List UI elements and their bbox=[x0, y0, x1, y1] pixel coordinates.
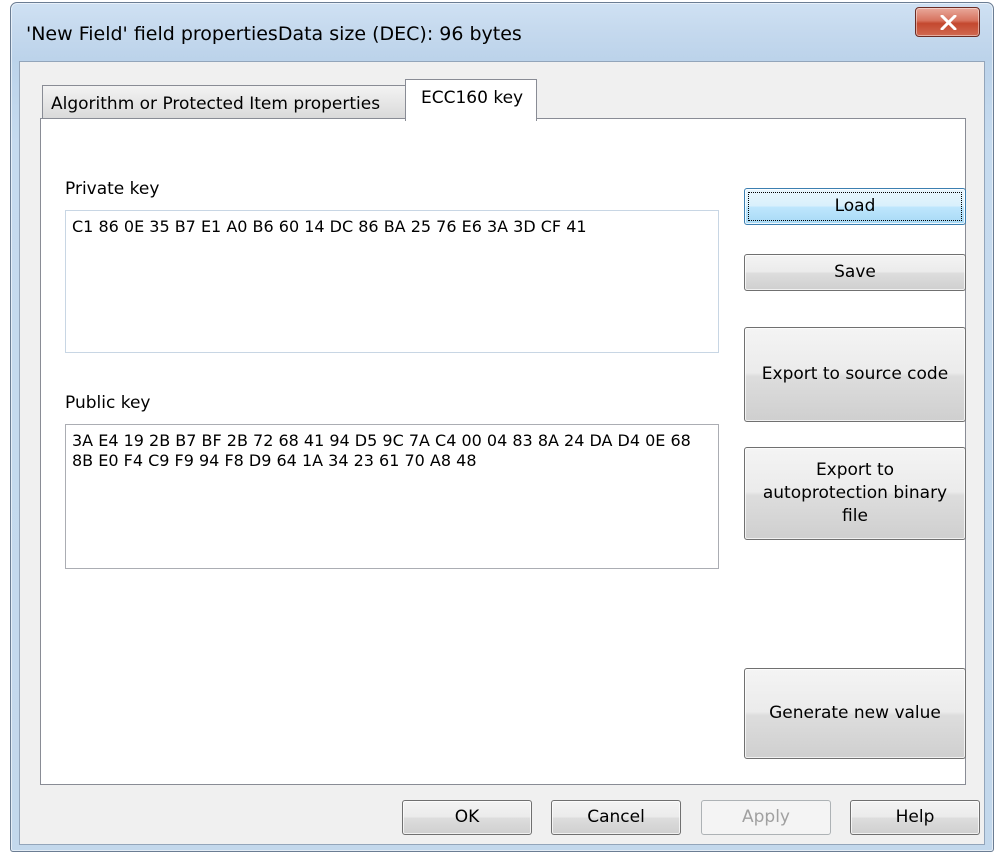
public-key-field[interactable]: 3A E4 19 2B B7 BF 2B 72 68 41 94 D5 9C 7… bbox=[65, 424, 719, 569]
export-binary-file-button[interactable]: Export to autoprotection binary file bbox=[744, 447, 966, 540]
private-key-field[interactable]: C1 86 0E 35 B7 E1 A0 B6 60 14 DC 86 BA 2… bbox=[65, 210, 719, 353]
window-title: 'New Field' field propertiesData size (D… bbox=[26, 23, 522, 45]
cancel-button-label: Cancel bbox=[587, 807, 645, 827]
apply-button[interactable]: Apply bbox=[701, 800, 831, 835]
public-key-label: Public key bbox=[65, 393, 151, 413]
dialog-window: 'New Field' field propertiesData size (D… bbox=[10, 2, 994, 852]
close-icon bbox=[940, 15, 957, 30]
load-button-label: Load bbox=[834, 196, 876, 216]
ok-button[interactable]: OK bbox=[402, 800, 532, 835]
apply-button-label: Apply bbox=[742, 807, 790, 827]
close-button[interactable] bbox=[915, 7, 980, 37]
ecc160-key-panel: Private key C1 86 0E 35 B7 E1 A0 B6 60 1… bbox=[40, 118, 966, 785]
tab-algorithm-properties-label: Algorithm or Protected Item properties bbox=[51, 94, 381, 114]
load-button[interactable]: Load bbox=[744, 188, 966, 225]
export-source-code-button[interactable]: Export to source code bbox=[744, 327, 966, 422]
help-button[interactable]: Help bbox=[850, 800, 980, 835]
generate-new-value-button[interactable]: Generate new value bbox=[744, 668, 966, 759]
save-button[interactable]: Save bbox=[744, 254, 966, 291]
save-button-label: Save bbox=[834, 262, 876, 282]
generate-new-value-button-label: Generate new value bbox=[769, 703, 941, 723]
cancel-button[interactable]: Cancel bbox=[551, 800, 681, 835]
help-button-label: Help bbox=[895, 807, 935, 827]
ok-button-label: OK bbox=[454, 807, 480, 827]
tab-ecc160-key-label: ECC160 key bbox=[421, 88, 524, 108]
tab-ecc160-key[interactable]: ECC160 key bbox=[405, 79, 537, 121]
export-source-code-button-label: Export to source code bbox=[761, 364, 949, 384]
export-binary-file-button-label: Export to autoprotection binary file bbox=[762, 460, 948, 526]
tab-algorithm-properties[interactable]: Algorithm or Protected Item properties bbox=[42, 85, 406, 119]
dialog-client-area: Algorithm or Protected Item properties E… bbox=[19, 61, 985, 845]
private-key-label: Private key bbox=[65, 179, 160, 199]
